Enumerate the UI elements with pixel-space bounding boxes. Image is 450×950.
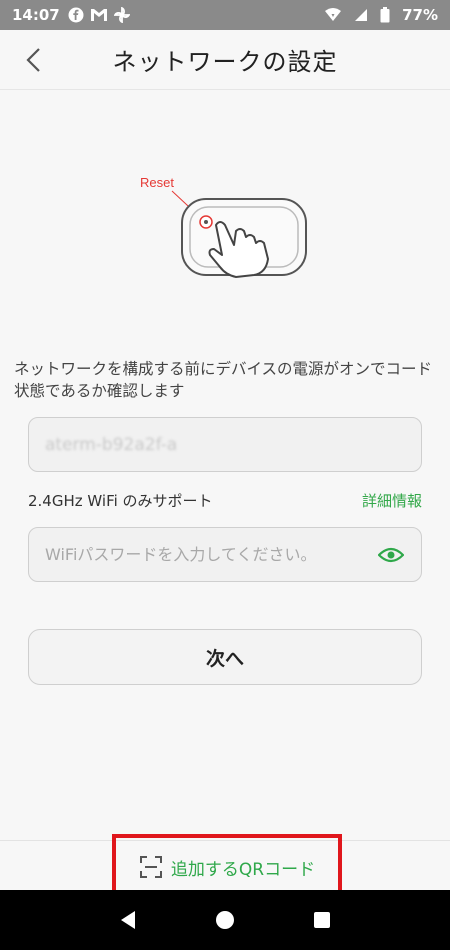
password-field[interactable] bbox=[28, 527, 422, 582]
support-text: 2.4GHz WiFi のみサポート bbox=[28, 492, 213, 510]
reset-label: Reset bbox=[140, 175, 174, 190]
page-title: ネットワークの設定 bbox=[112, 48, 338, 76]
battery-icon bbox=[380, 7, 390, 23]
ssid-field[interactable]: aterm-b92a2f-a bbox=[28, 417, 422, 472]
circle-home-icon bbox=[215, 911, 234, 929]
gmail-icon bbox=[90, 8, 108, 22]
eye-icon bbox=[378, 547, 404, 562]
password-input[interactable] bbox=[45, 545, 377, 564]
scan-frame-icon bbox=[139, 856, 162, 878]
system-nav-bar bbox=[0, 890, 450, 950]
wifi-icon bbox=[324, 8, 342, 22]
ssid-value: aterm-b92a2f-a bbox=[45, 434, 178, 455]
facebook-icon bbox=[68, 7, 84, 23]
status-time: 14:07 bbox=[12, 6, 60, 24]
square-recents-icon bbox=[313, 912, 330, 928]
nav-home-button[interactable] bbox=[210, 905, 240, 935]
status-bar: 14:07 77% bbox=[0, 0, 450, 30]
show-password-button[interactable] bbox=[377, 541, 405, 569]
nav-back-button[interactable] bbox=[113, 905, 143, 935]
triangle-back-icon bbox=[121, 911, 136, 929]
qr-button-label: 追加するQRコード bbox=[170, 859, 316, 880]
support-row: 2.4GHz WiFi のみサポート 詳細情報 bbox=[28, 490, 422, 511]
signal-icon bbox=[354, 8, 368, 22]
battery-percentage: 77% bbox=[402, 6, 438, 24]
chevron-left-icon bbox=[26, 48, 40, 72]
app-header: ネットワークの設定 bbox=[0, 30, 450, 90]
nav-recents-button[interactable] bbox=[307, 905, 337, 935]
reset-illustration: Reset bbox=[130, 165, 320, 285]
pinwheel-icon bbox=[113, 7, 130, 23]
back-button[interactable] bbox=[18, 44, 48, 76]
details-link[interactable]: 詳細情報 bbox=[362, 490, 422, 511]
next-button[interactable]: 次へ bbox=[28, 629, 422, 685]
instruction-text: ネットワークを構成する前にデバイスの電源がオンでコード状態であるか確認します bbox=[14, 360, 433, 400]
